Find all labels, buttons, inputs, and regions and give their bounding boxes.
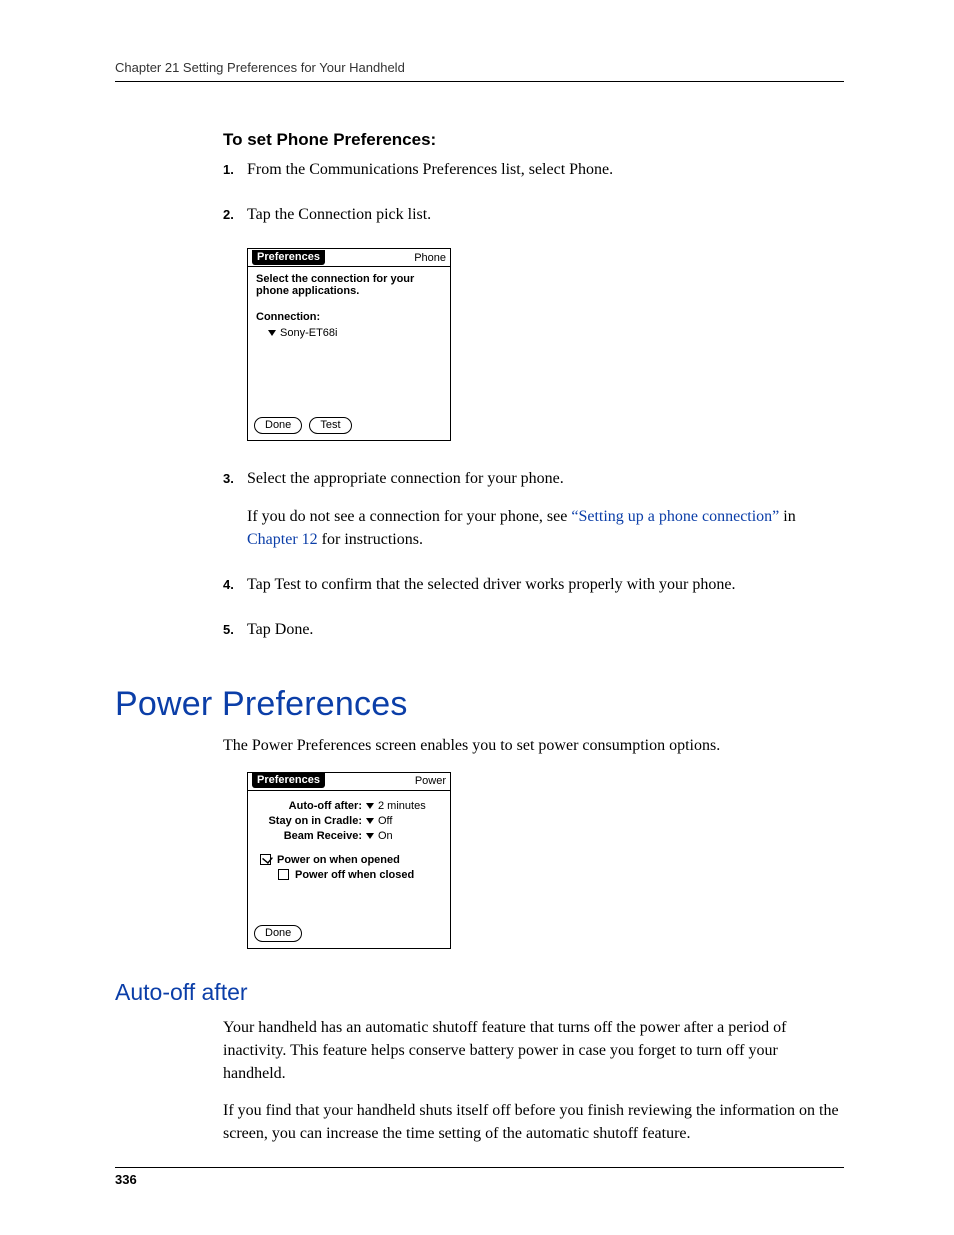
done-button[interactable]: Done bbox=[254, 925, 302, 942]
link-chapter-12[interactable]: Chapter 12 bbox=[247, 531, 318, 548]
checkbox-label: Power off when closed bbox=[295, 869, 414, 881]
page-number: 336 bbox=[115, 1167, 844, 1187]
main-content: To set Phone Preferences: 1. From the Co… bbox=[223, 130, 844, 1145]
section-heading-power-preferences: Power Preferences bbox=[115, 685, 844, 724]
step-number: 4. bbox=[223, 573, 247, 608]
note-text: for instructions. bbox=[318, 531, 423, 548]
titlebar: Preferences Power bbox=[248, 773, 450, 791]
row-label: Auto-off after: bbox=[256, 800, 366, 812]
auto-off-picklist[interactable]: 2 minutes bbox=[366, 800, 426, 812]
phone-preferences-screenshot: Preferences Phone Select the connection … bbox=[247, 248, 451, 441]
dropdown-triangle-icon bbox=[366, 803, 374, 809]
power-preferences-screenshot: Preferences Power Auto-off after: 2 minu… bbox=[247, 772, 451, 949]
procedure-heading: To set Phone Preferences: bbox=[223, 130, 844, 150]
body-paragraph: Your handheld has an automatic shutoff f… bbox=[223, 1016, 844, 1086]
screenshot-body: Auto-off after: 2 minutes Stay on in Cra… bbox=[248, 791, 450, 925]
instruction-text: Select the connection for your phone app… bbox=[256, 273, 442, 297]
step-2: 2. Tap the Connection pick list. bbox=[223, 203, 844, 238]
category-picker[interactable]: Phone bbox=[414, 252, 446, 264]
titlebar: Preferences Phone bbox=[248, 249, 450, 267]
subsection-heading-auto-off: Auto-off after bbox=[115, 979, 844, 1006]
note-text: If you do not see a connection for your … bbox=[247, 508, 571, 525]
titlebar-tab[interactable]: Preferences bbox=[252, 250, 325, 265]
link-phone-connection[interactable]: “Setting up a phone connection” bbox=[571, 508, 779, 525]
step-4: 4. Tap Test to confirm that the selected… bbox=[223, 573, 844, 608]
step-note: If you do not see a connection for your … bbox=[247, 505, 844, 551]
step-5: 5. Tap Done. bbox=[223, 618, 844, 653]
power-on-opened-checkbox[interactable] bbox=[260, 854, 271, 865]
step-1: 1. From the Communications Preferences l… bbox=[223, 158, 844, 193]
row-value: On bbox=[378, 830, 393, 842]
titlebar-tab[interactable]: Preferences bbox=[252, 773, 325, 788]
row-value: Off bbox=[378, 815, 392, 827]
stay-on-cradle-picklist[interactable]: Off bbox=[366, 815, 392, 827]
beam-receive-picklist[interactable]: On bbox=[366, 830, 393, 842]
row-label: Beam Receive: bbox=[256, 830, 366, 842]
step-text: Tap Test to confirm that the selected dr… bbox=[247, 573, 844, 596]
note-text: in bbox=[779, 508, 795, 525]
stay-on-cradle-row: Stay on in Cradle: Off bbox=[256, 815, 442, 827]
done-button[interactable]: Done bbox=[254, 417, 302, 434]
dropdown-triangle-icon bbox=[366, 833, 374, 839]
step-text: Tap Done. bbox=[247, 618, 844, 641]
body-paragraph: If you find that your handheld shuts its… bbox=[223, 1099, 844, 1145]
row-label: Stay on in Cradle: bbox=[256, 815, 366, 827]
step-number: 3. bbox=[223, 467, 247, 563]
category-picker[interactable]: Power bbox=[415, 775, 446, 787]
header-rule bbox=[115, 81, 844, 82]
dropdown-triangle-icon bbox=[268, 330, 276, 336]
screenshot-body: Select the connection for your phone app… bbox=[248, 267, 450, 417]
document-page: Chapter 21 Setting Preferences for Your … bbox=[0, 0, 954, 1235]
power-on-opened-row: Power on when opened bbox=[256, 854, 442, 866]
step-number: 2. bbox=[223, 203, 247, 238]
beam-receive-row: Beam Receive: On bbox=[256, 830, 442, 842]
dropdown-triangle-icon bbox=[366, 818, 374, 824]
connection-label: Connection: bbox=[256, 311, 442, 323]
auto-off-row: Auto-off after: 2 minutes bbox=[256, 800, 442, 812]
test-button[interactable]: Test bbox=[309, 417, 351, 434]
step-text: From the Communications Preferences list… bbox=[247, 158, 844, 181]
power-off-closed-checkbox[interactable] bbox=[278, 869, 289, 880]
button-row: Done Test bbox=[248, 417, 450, 440]
step-text: Tap the Connection pick list. bbox=[247, 203, 844, 226]
step-number: 5. bbox=[223, 618, 247, 653]
running-header: Chapter 21 Setting Preferences for Your … bbox=[115, 60, 844, 81]
step-text: Select the appropriate connection for yo… bbox=[247, 467, 844, 490]
step-3: 3. Select the appropriate connection for… bbox=[223, 467, 844, 563]
step-number: 1. bbox=[223, 158, 247, 193]
connection-picklist[interactable]: Sony-ET68i bbox=[268, 327, 337, 339]
row-value: 2 minutes bbox=[378, 800, 426, 812]
power-off-closed-row: Power off when closed bbox=[256, 869, 442, 881]
section-intro: The Power Preferences screen enables you… bbox=[223, 734, 844, 757]
connection-value: Sony-ET68i bbox=[280, 327, 337, 339]
button-row: Done bbox=[248, 925, 450, 948]
checkbox-label: Power on when opened bbox=[277, 854, 400, 866]
